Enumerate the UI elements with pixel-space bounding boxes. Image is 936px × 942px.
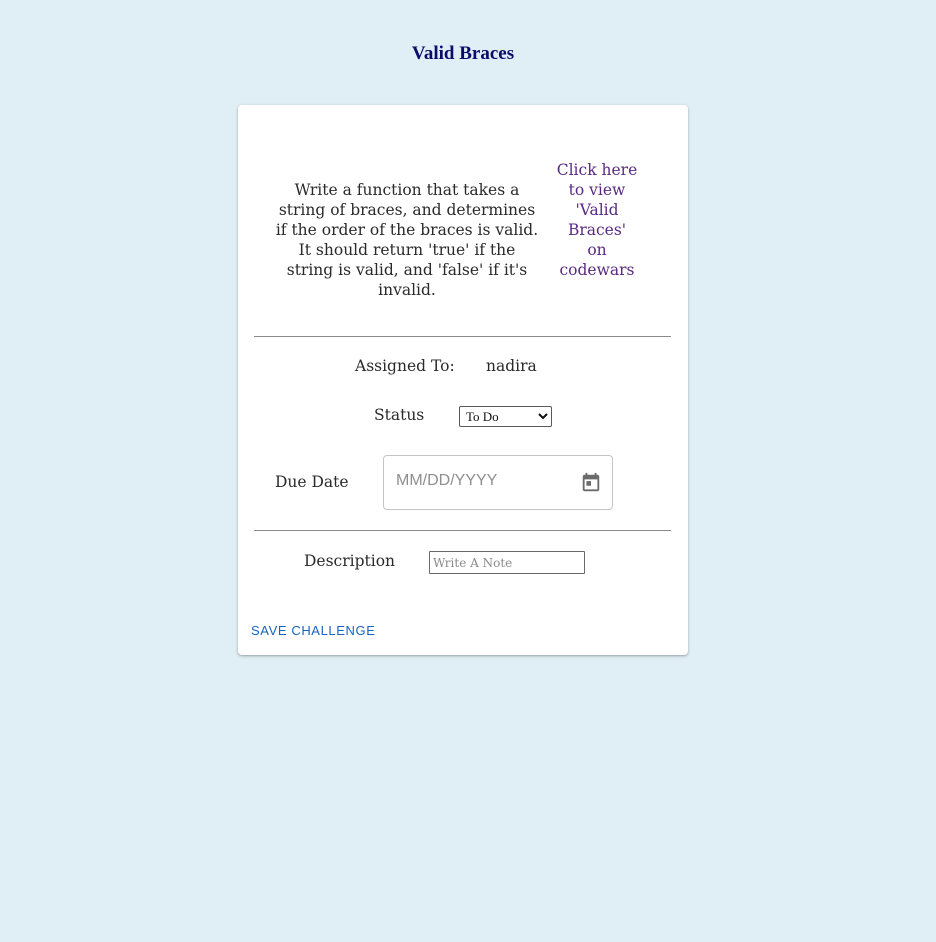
description-label: Description	[304, 552, 396, 570]
divider-bottom	[254, 530, 671, 531]
calendar-icon[interactable]	[580, 472, 602, 494]
divider-top	[254, 336, 671, 337]
due-date-label: Due Date	[275, 473, 349, 491]
due-date-field[interactable]	[383, 455, 613, 510]
challenge-description: Write a function that takes a string of …	[275, 181, 539, 299]
description-input[interactable]	[429, 551, 585, 574]
codewars-link[interactable]: Click here to view 'Valid Braces' on cod…	[556, 160, 638, 280]
assigned-to-label: Assigned To:	[355, 357, 455, 375]
status-label: Status	[374, 406, 425, 424]
due-date-input[interactable]	[396, 472, 566, 490]
assigned-to-value: nadira	[486, 357, 537, 375]
save-challenge-button[interactable]: SAVE CHALLENGE	[243, 616, 383, 644]
challenge-card: Write a function that takes a string of …	[238, 105, 688, 655]
status-select[interactable]: To Do	[459, 406, 552, 427]
page-title: Valid Braces	[411, 43, 515, 64]
